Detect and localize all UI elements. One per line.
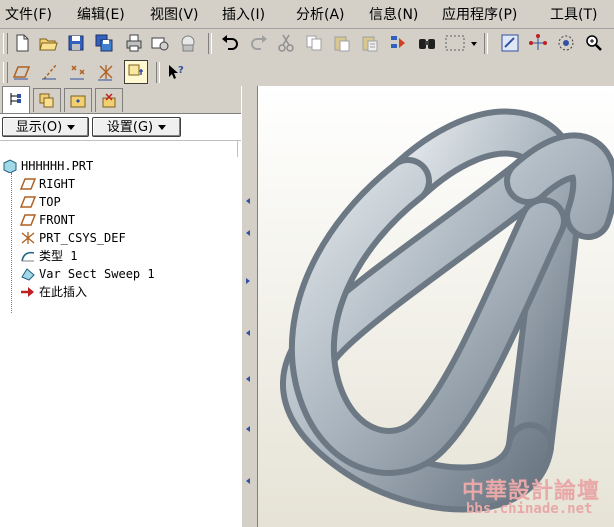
open-folder-icon[interactable] [38, 33, 58, 53]
save-copy-icon[interactable] [94, 33, 114, 53]
datum-plane-icon [20, 214, 36, 226]
model-tree: HHHHHH.PRT RIGHT TOP FRONT PRT_CSYS_DEF … [0, 157, 241, 527]
main-toolbar [0, 29, 614, 59]
tab-model-tree[interactable] [2, 86, 30, 114]
chevron-down-icon[interactable] [470, 33, 478, 53]
save-icon[interactable] [66, 33, 86, 53]
collapse-arrow-icon[interactable] [246, 478, 250, 484]
collapse-arrow-icon[interactable] [246, 230, 250, 236]
collapse-arrow-icon[interactable] [246, 426, 250, 432]
toolbar-grip[interactable] [3, 62, 8, 83]
watermark-url: bbs.chinade.net [466, 501, 593, 517]
paste-special-icon[interactable] [360, 33, 380, 53]
folder-browser-icon [70, 95, 86, 108]
model-tree-icon [10, 93, 21, 105]
navigator-tabs [0, 86, 241, 114]
chevron-down-icon [67, 125, 76, 130]
panel-splitter[interactable] [241, 86, 258, 527]
tab-layer-tree[interactable] [33, 88, 61, 112]
tab-folder-browser[interactable] [64, 88, 92, 112]
tree-item-label: RIGHT [39, 177, 76, 191]
datum-plane-icon [20, 178, 36, 190]
svg-text:?: ? [178, 65, 184, 76]
part-icon [3, 159, 17, 173]
datum-axis-display-icon[interactable] [40, 62, 60, 82]
cut-icon[interactable] [276, 33, 296, 53]
orient-icon[interactable] [556, 33, 576, 53]
favorites-icon [102, 93, 116, 108]
undo-icon[interactable] [220, 33, 240, 53]
collapse-arrow-icon[interactable] [246, 198, 250, 204]
tree-item-label: 在此插入 [39, 285, 88, 299]
settings-dropdown[interactable]: 设置(G) [92, 117, 181, 137]
context-help-icon[interactable]: ? [166, 62, 186, 82]
chevron-down-icon [158, 125, 167, 130]
tree-item-label: FRONT [39, 213, 76, 227]
tree-item-label: Var Sect Sweep 1 [39, 267, 155, 281]
menu-analysis[interactable]: 分析(A) [296, 4, 345, 24]
menu-insert[interactable]: 插入(I) [222, 4, 265, 24]
spin-center-icon[interactable] [124, 60, 148, 84]
datum-plane-icon [20, 196, 36, 208]
datum-point-display-icon[interactable] [68, 62, 88, 82]
tree-column-header[interactable] [0, 140, 241, 158]
graphics-window[interactable] [258, 86, 614, 527]
toolbar-separator [208, 33, 212, 54]
display-dropdown[interactable]: 显示(O) [2, 117, 89, 137]
regenerate-icon[interactable] [388, 33, 408, 53]
datum-plane-display-icon[interactable] [12, 62, 32, 82]
menu-file[interactable]: 文件(F) [5, 4, 52, 24]
coord-sys-icon [21, 232, 35, 244]
zoom-in-icon[interactable] [584, 33, 604, 53]
print-icon[interactable] [124, 33, 144, 53]
tree-item-label: TOP [39, 195, 61, 209]
menu-info[interactable]: 信息(N) [369, 4, 418, 24]
send-mail-icon[interactable] [150, 33, 170, 53]
menu-edit[interactable]: 编辑(E) [77, 4, 125, 24]
tree-item-label: PRT_CSYS_DEF [39, 231, 126, 245]
find-icon[interactable] [417, 33, 437, 53]
view-manager-icon[interactable] [500, 33, 520, 53]
datum-axis-icon[interactable] [528, 33, 548, 53]
redo-icon[interactable] [249, 33, 269, 53]
paste-icon[interactable] [332, 33, 352, 53]
forum-watermark: 中華設計論壇 bbs.chinade.net [456, 473, 612, 523]
email-icon[interactable] [178, 33, 198, 53]
tree-item-label: HHHHHH.PRT [21, 159, 94, 173]
display-label: 显示(O) [15, 120, 63, 135]
coord-sys-display-icon[interactable] [96, 62, 116, 82]
column-divider[interactable] [237, 141, 238, 157]
settings-label: 设置(G) [106, 120, 154, 135]
navigator-dropdown-row: 显示(O) 设置(G) [0, 114, 241, 140]
swept-tube-model [280, 108, 614, 513]
menu-bar: 文件(F) 编辑(E) 视图(V) 插入(I) 分析(A) 信息(N) 应用程序… [0, 0, 614, 29]
tree-item-label: 类型 1 [39, 249, 78, 263]
datum-toolbar: ? [0, 58, 614, 86]
expand-arrow-icon[interactable] [246, 278, 250, 284]
toolbar-grip[interactable] [3, 33, 8, 54]
tab-favorites[interactable] [95, 88, 123, 112]
menu-applications[interactable]: 应用程序(P) [442, 4, 517, 24]
copy-icon[interactable] [304, 33, 324, 53]
tree-connector [11, 173, 13, 313]
select-box-icon[interactable] [444, 33, 468, 53]
menu-tools[interactable]: 工具(T) [550, 4, 597, 24]
feature-icon [21, 251, 35, 262]
new-file-icon[interactable] [12, 33, 32, 53]
toolbar-separator [156, 62, 160, 83]
toolbar-separator [484, 33, 488, 54]
insert-here-icon [21, 287, 34, 297]
collapse-arrow-icon[interactable] [246, 376, 250, 382]
navigator-panel: 显示(O) 设置(G) HHHHHH.PRT RIGHT TOP FRONT P… [0, 86, 241, 527]
sweep-icon [21, 268, 35, 281]
menu-view[interactable]: 视图(V) [150, 4, 199, 24]
collapse-arrow-icon[interactable] [246, 330, 250, 336]
layer-tree-icon [39, 93, 54, 108]
